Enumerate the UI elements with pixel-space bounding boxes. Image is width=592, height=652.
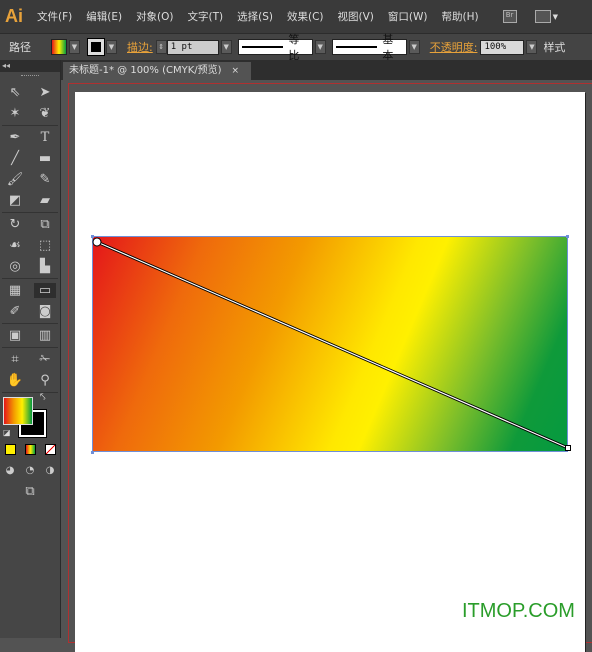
anchor-point	[566, 235, 569, 238]
gradient-line	[96, 241, 569, 449]
gradient-end-handle[interactable]	[565, 445, 571, 451]
watermark: ITMOP.COM	[462, 600, 575, 622]
anchor-point	[91, 235, 94, 238]
anchor-point	[91, 451, 94, 454]
gradient-annotator	[91, 235, 571, 454]
gradient-origin-handle[interactable]	[92, 237, 102, 247]
